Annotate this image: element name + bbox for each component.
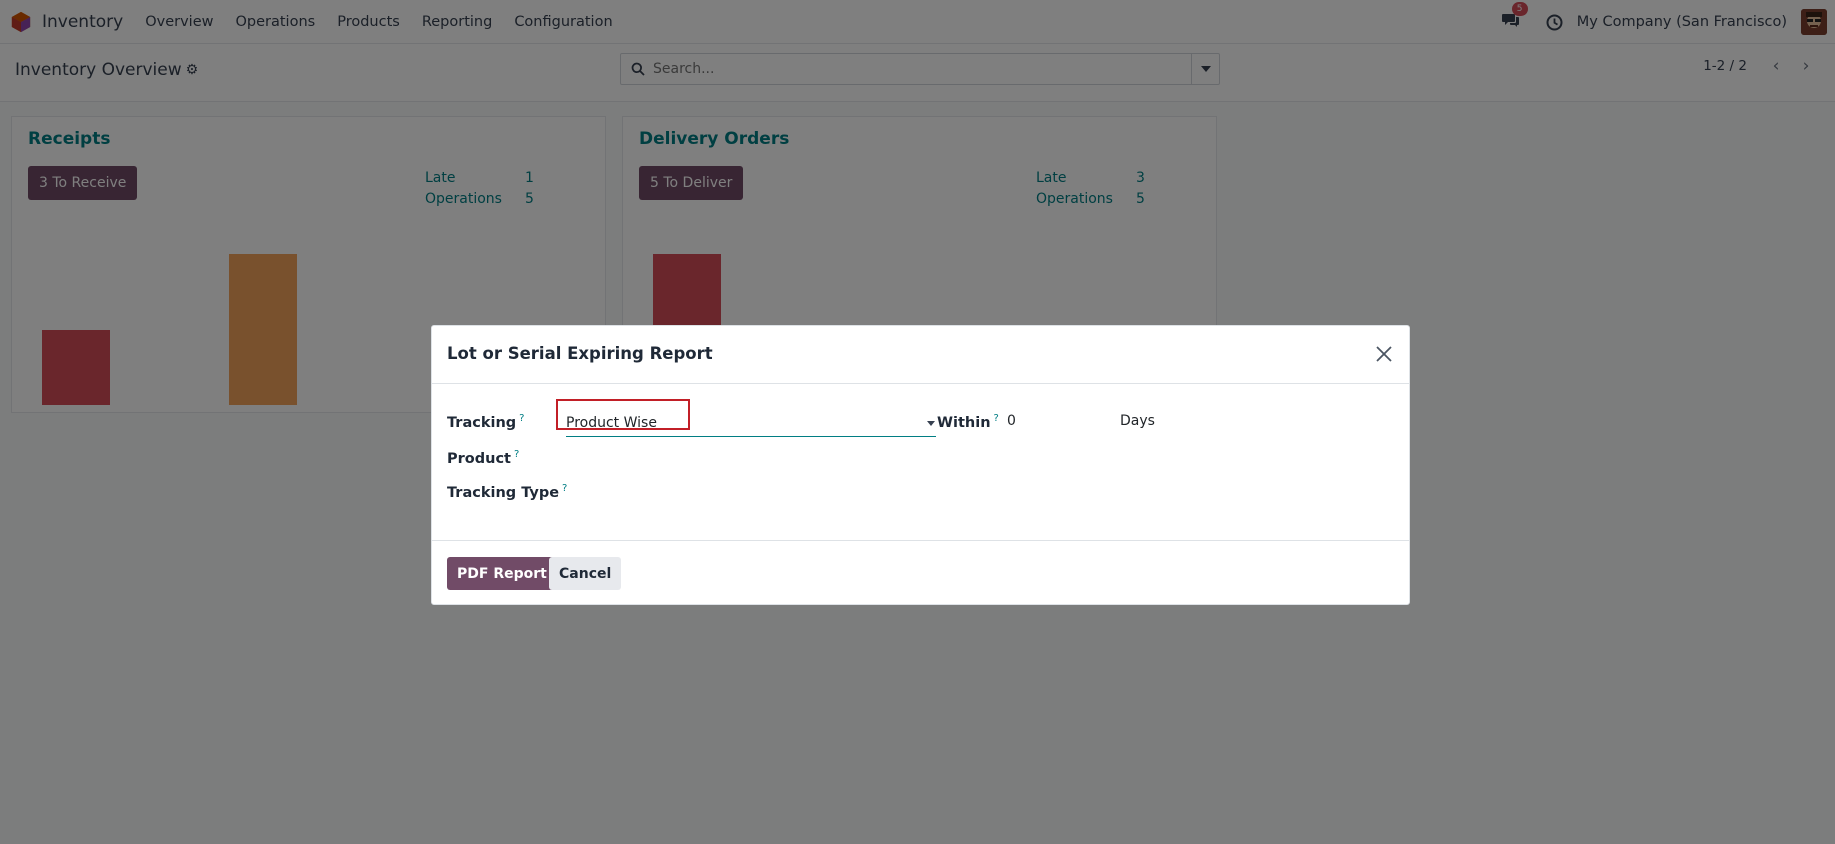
within-label-text: Within <box>937 414 991 431</box>
product-label: Product? <box>447 449 519 467</box>
tracking-type-label-text: Tracking Type <box>447 484 560 501</box>
modal-title: Lot or Serial Expiring Report <box>447 344 713 363</box>
modal-body: Tracking? Product Wise Within? 0 Days Pr… <box>432 384 1409 540</box>
close-icon[interactable] <box>1373 343 1395 365</box>
pdf-report-button[interactable]: PDF Report <box>447 557 557 590</box>
within-label: Within? <box>937 413 999 431</box>
lot-expiring-report-dialog: Lot or Serial Expiring Report Tracking? … <box>431 325 1410 605</box>
product-help-icon[interactable]: ? <box>514 449 519 460</box>
modal-footer: PDF Report Cancel <box>432 540 1409 604</box>
days-unit-label: Days <box>1120 413 1155 429</box>
caret-down-icon <box>927 421 935 426</box>
tracking-type-help-icon[interactable]: ? <box>562 483 567 494</box>
within-days-input[interactable]: 0 <box>1007 413 1016 429</box>
tracking-label-text: Tracking <box>447 414 517 431</box>
tracking-type-label: Tracking Type? <box>447 483 567 501</box>
highlight-box <box>556 399 690 430</box>
tracking-label: Tracking? <box>447 413 524 431</box>
within-help-icon[interactable]: ? <box>994 413 999 424</box>
tracking-help-icon[interactable]: ? <box>519 413 524 424</box>
product-label-text: Product <box>447 450 511 467</box>
modal-header: Lot or Serial Expiring Report <box>432 326 1409 384</box>
cancel-button[interactable]: Cancel <box>549 557 622 590</box>
